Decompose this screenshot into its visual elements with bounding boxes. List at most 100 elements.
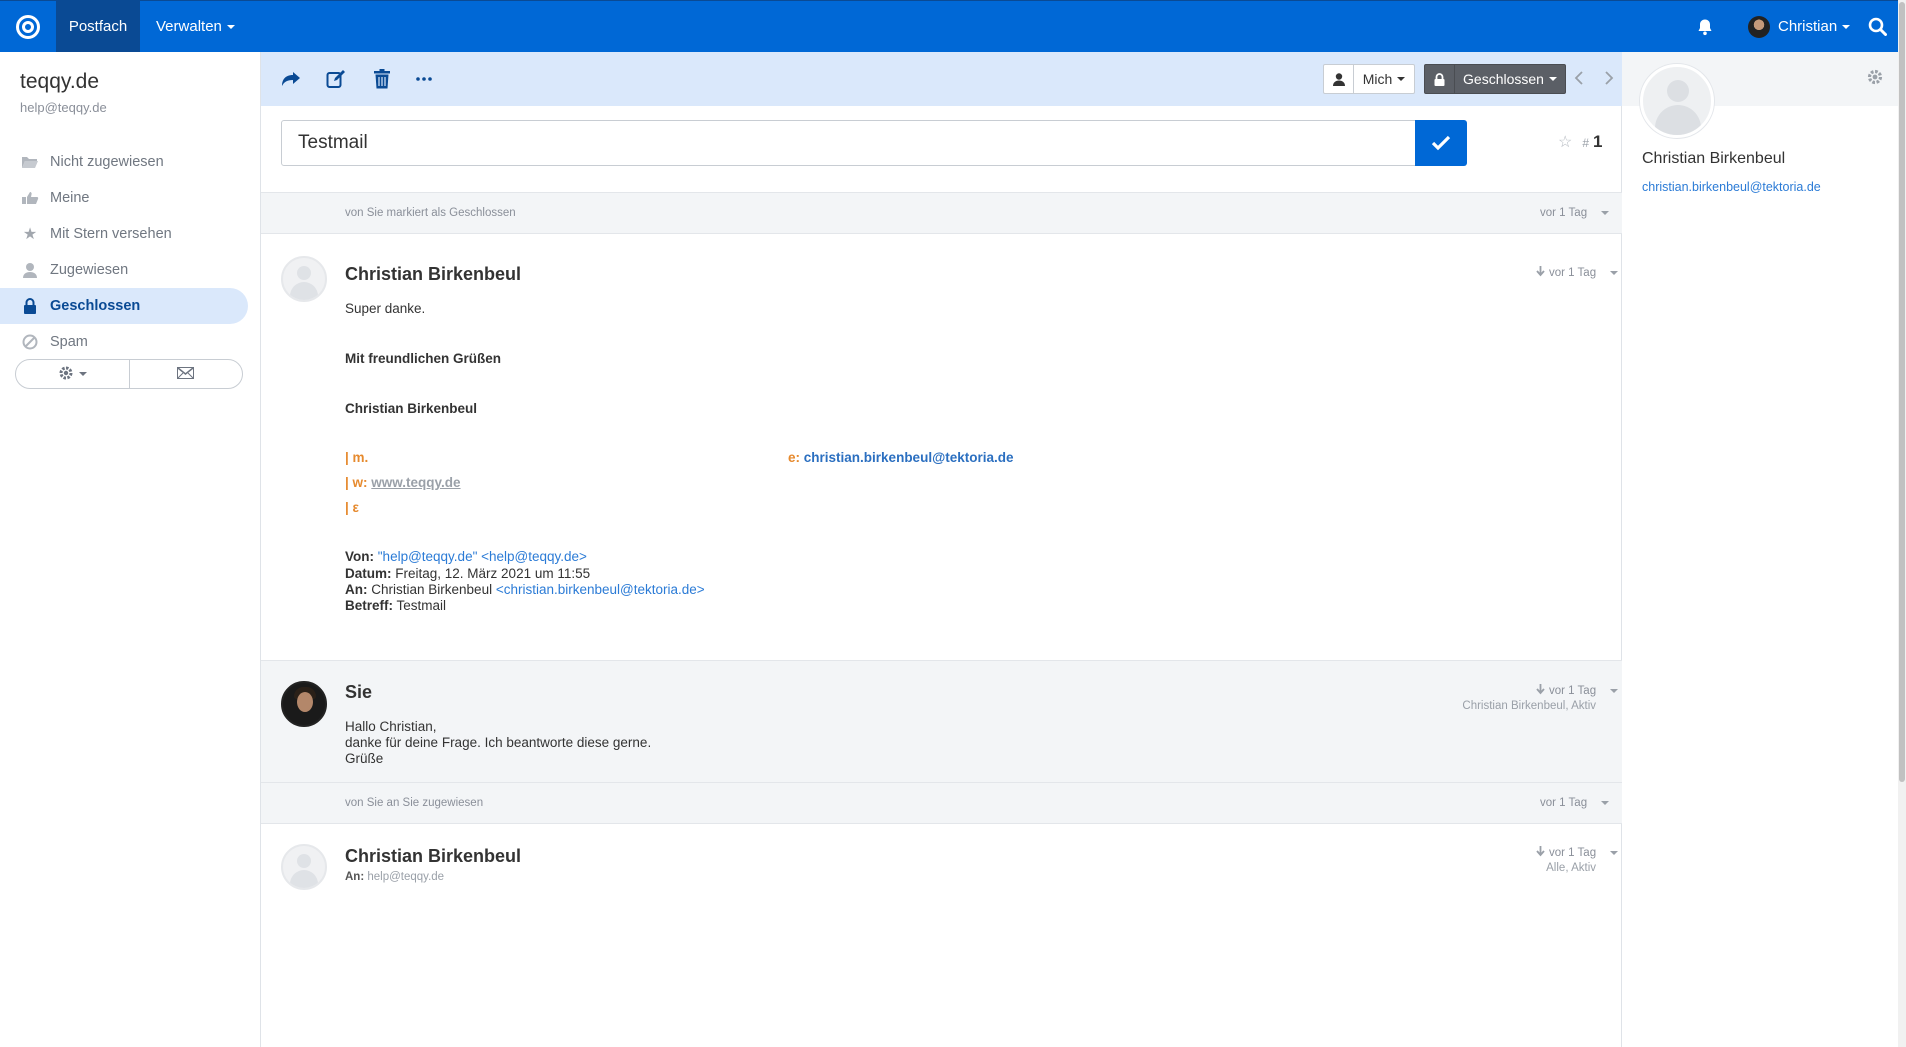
event-text: von Sie an Sie zugewiesen: [345, 797, 484, 809]
avatar: [281, 256, 327, 302]
search-icon[interactable]: [1868, 1, 1887, 52]
hand-point-icon: [20, 189, 40, 207]
nav-manage[interactable]: Verwalten: [140, 1, 251, 52]
message-line: Grüße: [345, 751, 384, 766]
signature-name: Christian Birkenbeul: [345, 401, 478, 416]
status-dropdown[interactable]: Geschlossen: [1424, 64, 1566, 94]
conversation-navigation: [1574, 64, 1614, 94]
trash-icon[interactable]: [367, 64, 397, 94]
signature-e-label: e:: [788, 450, 801, 465]
message-sender: Christian Birkenbeul: [345, 264, 522, 284]
assignee-label: Mich: [1362, 71, 1393, 87]
forward-icon[interactable]: [276, 64, 306, 94]
mailbox-settings-button[interactable]: [16, 360, 129, 388]
user-menu[interactable]: Christian: [1748, 1, 1851, 52]
edit-icon[interactable]: [321, 64, 351, 94]
message-sender: Sie: [345, 682, 373, 702]
message-time[interactable]: vor 1 Tag: [1536, 846, 1619, 860]
lock-icon: [1425, 65, 1455, 93]
signature-web-link[interactable]: www.teqqy.de: [371, 475, 460, 490]
message-time[interactable]: vor 1 Tag: [1536, 684, 1619, 698]
folder-label: Geschlossen: [50, 298, 141, 314]
chevron-down-icon: [1610, 851, 1619, 855]
chevron-down-icon: [78, 372, 87, 376]
lock-icon: [20, 297, 40, 315]
quote-to-email[interactable]: <christian.birkenbeul@tektoria.de>: [496, 582, 705, 597]
chevron-down-icon: [1601, 211, 1610, 215]
folder-label: Meine: [50, 190, 90, 206]
avatar: [281, 681, 327, 727]
message-line: Super danke.: [345, 301, 426, 316]
message-time[interactable]: vor 1 Tag: [1536, 266, 1619, 280]
ban-icon: [20, 333, 40, 351]
chevron-left-icon[interactable]: [1574, 69, 1584, 90]
signature-web-row: | w: www.teqqy.de: [345, 473, 461, 493]
avatar: [1640, 64, 1714, 138]
thread-message: Sie vor 1 Tag Christian Birkenbeul, Akti…: [261, 660, 1622, 782]
quote-to-label: An:: [345, 582, 368, 597]
user-name: Christian: [1778, 18, 1838, 35]
folder-unassigned[interactable]: Nicht zugewiesen: [0, 144, 248, 180]
subject-input[interactable]: Testmail: [281, 120, 1417, 166]
scrollbar-thumb[interactable]: [1899, 2, 1905, 782]
avatar: [281, 844, 327, 890]
status-label: Geschlossen: [1463, 71, 1544, 87]
to-value: help@teqqy.de: [367, 871, 445, 883]
chevron-down-icon: [1601, 801, 1610, 805]
time-label: vor 1 Tag: [1549, 685, 1597, 697]
number-value: 1: [1593, 132, 1603, 151]
top-navbar: Postfach Verwalten Christian: [0, 0, 1906, 52]
customer-profile-panel: Christian Birkenbeul christian.birkenbeu…: [1622, 52, 1906, 1047]
arrow-down-icon: [1536, 684, 1545, 698]
conversation-number: ☆ # 1: [1558, 132, 1603, 152]
chevron-right-icon[interactable]: [1604, 69, 1614, 90]
assignee-dropdown[interactable]: Mich: [1323, 64, 1415, 94]
time-label: vor 1 Tag: [1549, 267, 1597, 279]
folder-spam[interactable]: Spam: [0, 324, 248, 360]
star-icon[interactable]: ☆: [1558, 132, 1572, 152]
quote-date-label: Datum:: [345, 566, 392, 581]
time-label: vor 1 Tag: [1540, 207, 1588, 219]
chevron-down-icon: [1842, 24, 1851, 29]
customer-email[interactable]: christian.birkenbeul@tektoria.de: [1642, 180, 1821, 194]
event-time[interactable]: vor 1 Tag: [1540, 207, 1610, 219]
mailbox-sidebar: teqqy.de help@teqqy.de Nicht zugewiesen …: [0, 52, 260, 1047]
avatar: [1748, 15, 1770, 38]
number-prefix: #: [1582, 136, 1590, 150]
save-subject-button[interactable]: [1415, 120, 1467, 166]
more-options-icon[interactable]: [409, 64, 439, 94]
quote-from-value[interactable]: "help@teqqy.de" <help@teqqy.de>: [378, 549, 587, 564]
signature-row: | m.: [345, 448, 368, 468]
folder-open-icon: [20, 153, 40, 171]
app-logo-icon[interactable]: [0, 1, 56, 52]
chevron-down-icon: [1397, 77, 1406, 81]
page-scrollbar[interactable]: [1898, 0, 1906, 1047]
new-email-button[interactable]: [128, 360, 243, 388]
nav-inbox[interactable]: Postfach: [56, 1, 140, 52]
folder-closed[interactable]: Geschlossen: [0, 288, 248, 324]
quote-subject-label: Betreff:: [345, 598, 394, 613]
arrow-down-icon: [1536, 846, 1545, 860]
thread-message: Christian Birkenbeul vor 1 Tag Alle, Akt…: [261, 824, 1622, 1047]
signature-email-link[interactable]: christian.birkenbeul@tektoria.de: [804, 450, 1014, 465]
sidebar-actions: [15, 359, 243, 389]
folder-assigned[interactable]: Zugewiesen: [0, 252, 248, 288]
event-time[interactable]: vor 1 Tag: [1540, 797, 1610, 809]
quote-to-name: Christian Birkenbeul: [371, 582, 493, 597]
notifications-bell-icon[interactable]: [1696, 1, 1714, 52]
gear-icon[interactable]: [1866, 68, 1884, 91]
folder-mine[interactable]: Meine: [0, 180, 248, 216]
folder-starred[interactable]: ★ Mit Stern versehen: [0, 216, 248, 252]
thread-message: Christian Birkenbeul vor 1 Tag Super dan…: [261, 234, 1622, 660]
signature-extra: | ε: [345, 500, 359, 515]
arrow-down-icon: [1536, 266, 1545, 280]
gear-icon: [58, 365, 74, 384]
mailbox-name[interactable]: teqqy.de: [20, 70, 99, 94]
quote-from-label: Von:: [345, 549, 374, 564]
message-sender: Christian Birkenbeul: [345, 846, 522, 866]
signature-row: | ε: [345, 498, 359, 518]
thread-event: von Sie markiert als Geschlossen vor 1 T…: [261, 192, 1622, 234]
signature-email-row: e: christian.birkenbeul@tektoria.de: [788, 448, 1014, 468]
chevron-down-icon: [1610, 271, 1619, 275]
customer-name[interactable]: Christian Birkenbeul: [1642, 150, 1785, 168]
